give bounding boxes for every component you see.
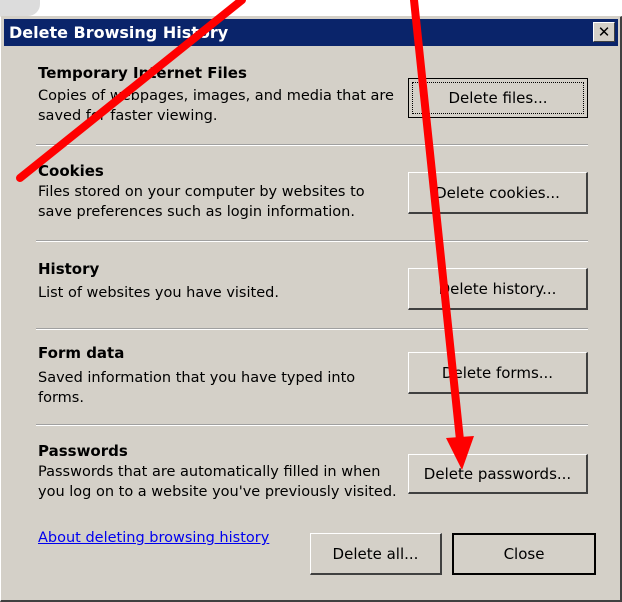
arrow-line-down — [410, 0, 464, 444]
arrow-head-down — [446, 436, 474, 470]
annotation-arrows — [16, 0, 474, 470]
arrow-line-left — [16, 0, 246, 182]
